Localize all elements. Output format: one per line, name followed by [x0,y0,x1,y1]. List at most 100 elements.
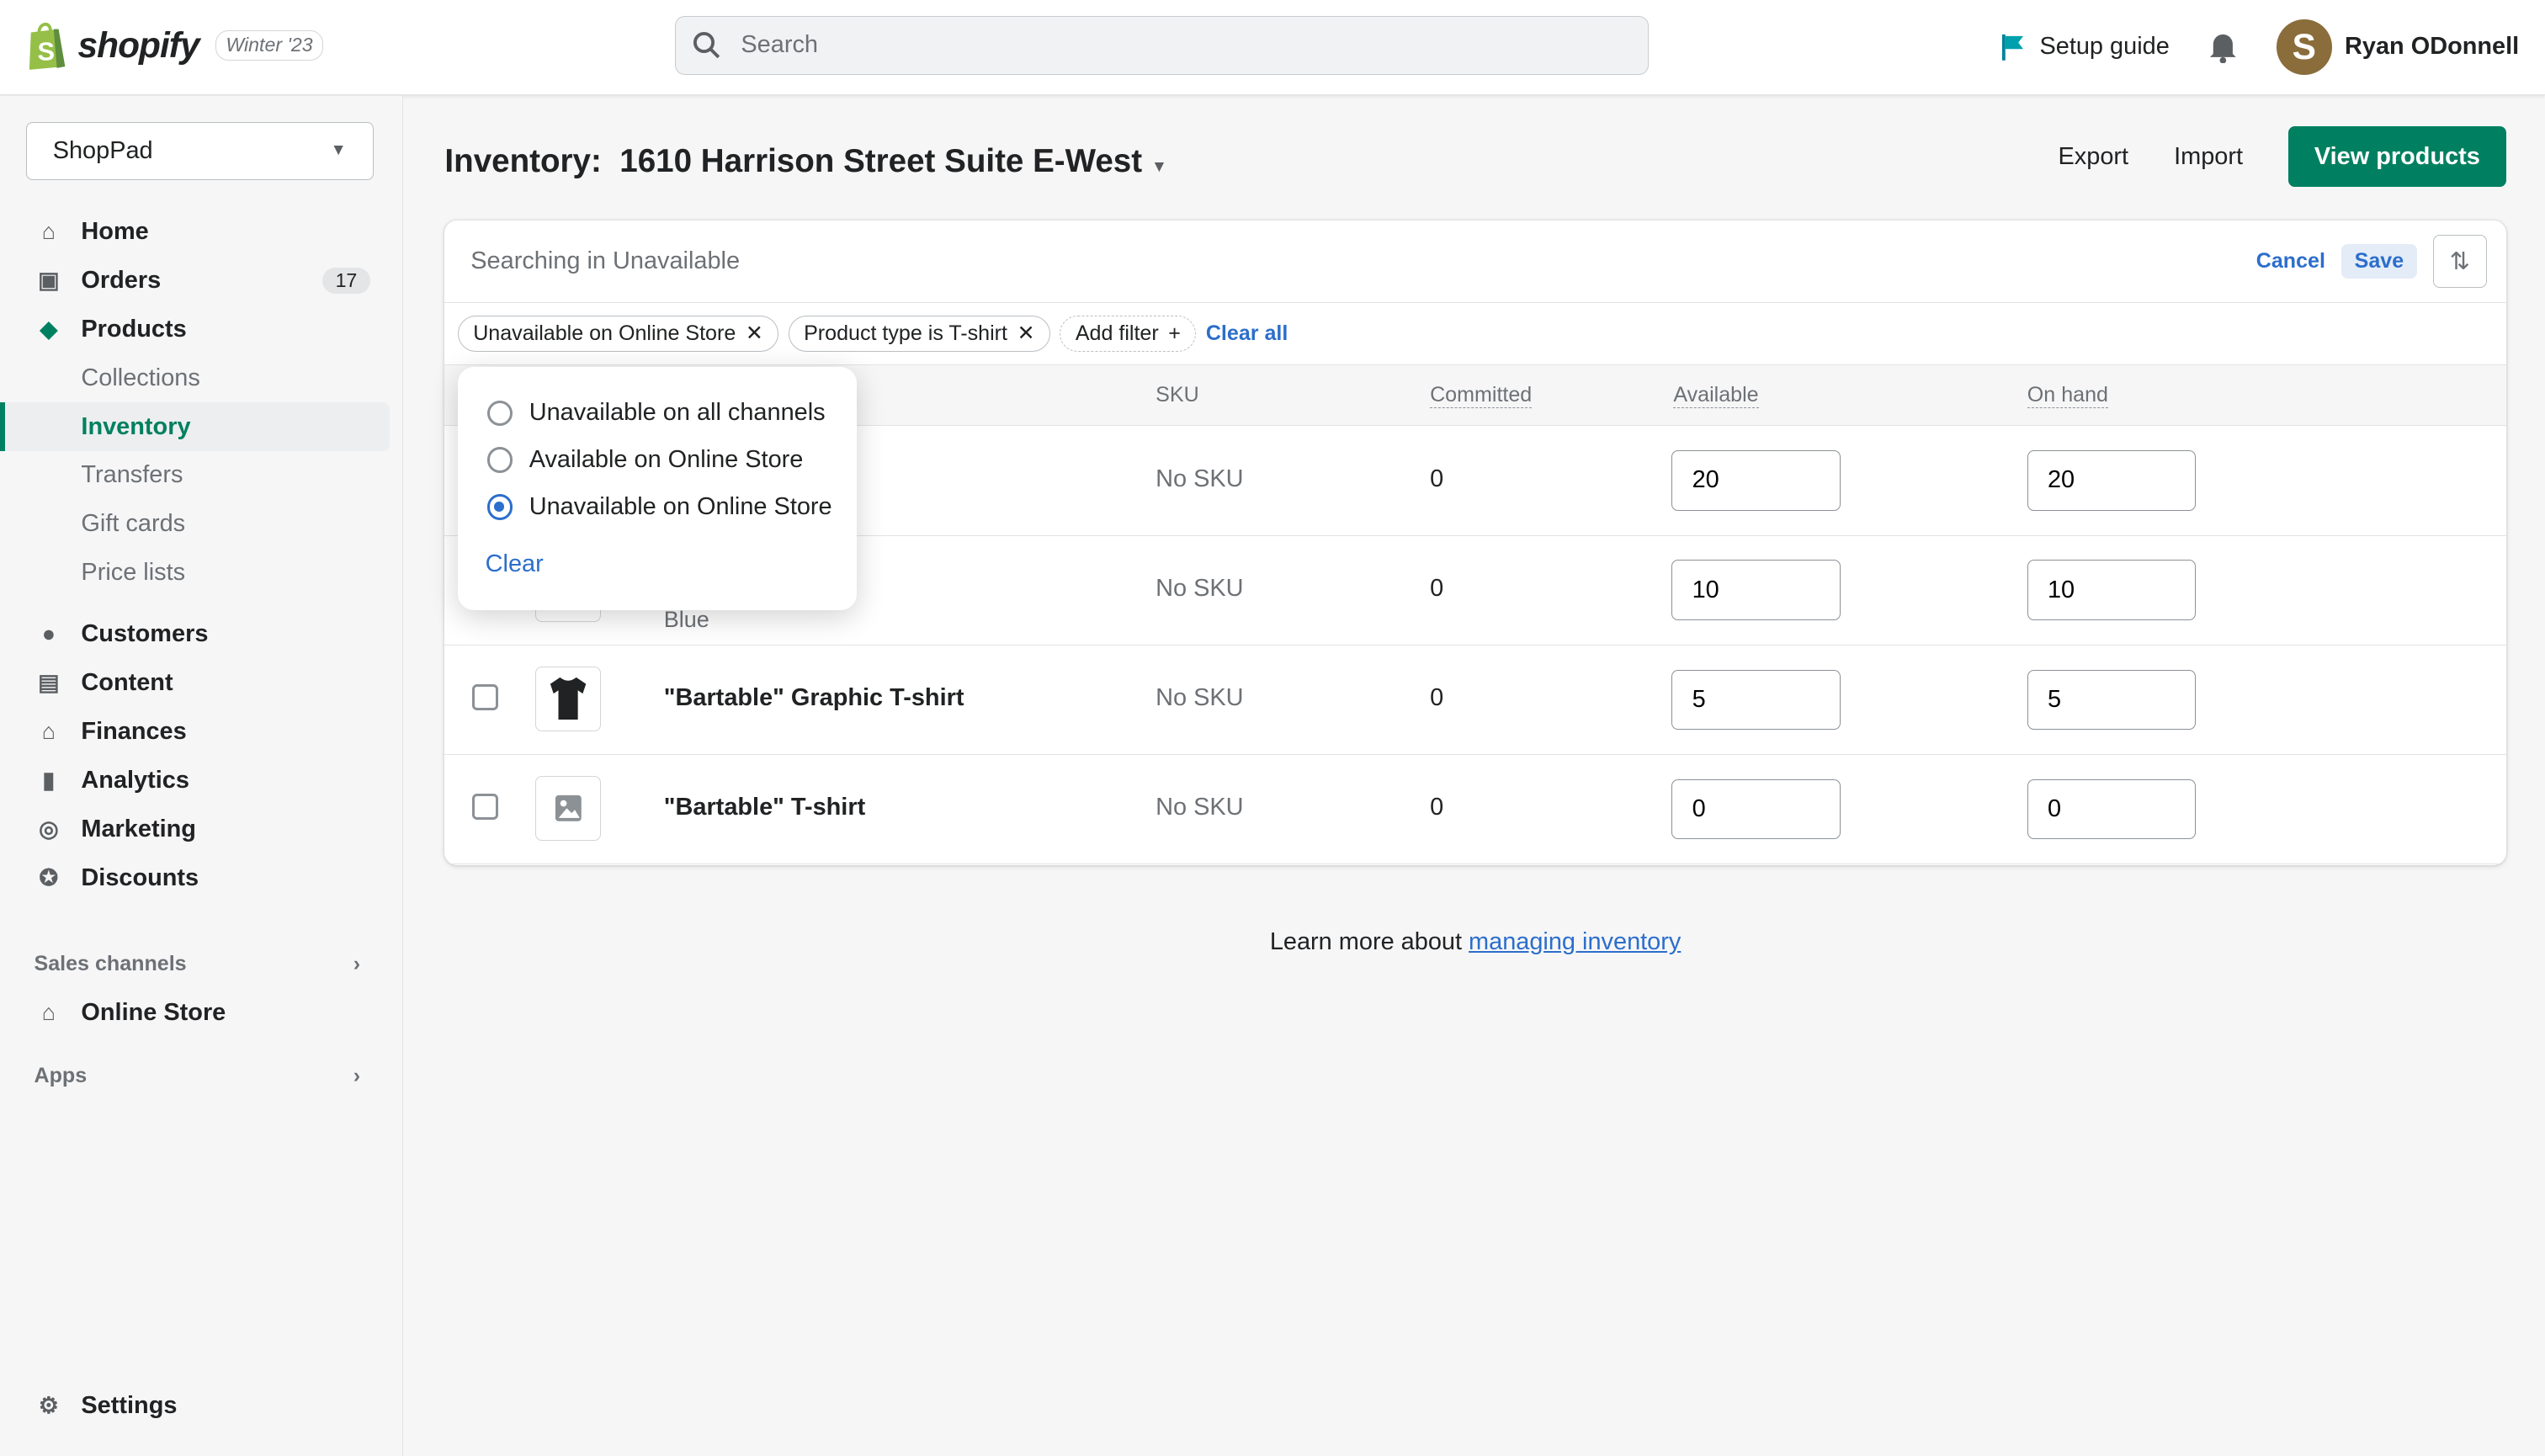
search-icon [693,31,720,58]
sidebar-item-orders[interactable]: ▣ Orders 17 [0,257,402,306]
radio-label: Unavailable on all channels [529,399,826,427]
available-input[interactable] [1671,450,1841,511]
clear-all-button[interactable]: Clear all [1206,321,1288,346]
sidebar-item-discounts[interactable]: ✪ Discounts [0,853,402,902]
sidebar-item-inventory[interactable]: Inventory [0,402,390,452]
store-icon: ⌂ [41,999,56,1025]
sidebar-item-home[interactable]: ⌂ Home [0,208,402,257]
sidebar-item-label: Transfers [81,461,183,489]
sidebar-item-collections[interactable]: Collections [0,353,402,402]
radio-button[interactable] [486,447,513,474]
product-thumbnail[interactable] [535,775,601,842]
sku: No SKU [1156,684,1244,711]
close-icon[interactable]: ✕ [1017,321,1035,346]
caret-down-icon[interactable]: ▼ [1151,158,1167,176]
sort-icon: ⇅ [2449,247,2470,275]
user-name: Ryan ODonnell [2345,33,2520,61]
product-name[interactable]: "Bartable" Graphic T-shirt [664,684,964,712]
image-placeholder-icon [555,795,582,821]
sidebar-item-label: Content [81,669,173,697]
orders-icon: ▣ [38,268,60,294]
sidebar-item-label: Customers [81,620,209,648]
edition-badge: Winter '23 [215,29,324,61]
location-selector[interactable]: 1610 Harrison Street Suite E-West [619,143,1142,179]
on-hand-input[interactable] [2027,560,2197,620]
person-icon: ● [41,621,56,647]
radio-option[interactable]: Unavailable on Online Store [486,493,832,521]
flag-icon [2002,34,2024,61]
header-available[interactable]: Available [1673,383,1759,409]
sidebar-item-label: Analytics [81,766,189,794]
row-checkbox[interactable] [472,794,499,821]
view-products-button[interactable]: View products [2288,126,2506,187]
on-hand-input[interactable] [2027,669,2197,730]
bank-icon: ⌂ [41,719,56,745]
shopping-bag-icon: S [29,22,66,70]
sku: No SKU [1156,574,1244,602]
search-bar[interactable] [675,16,1650,75]
header-committed[interactable]: Committed [1430,383,1533,409]
gear-icon: ⚙ [38,1392,59,1418]
sidebar-item-analytics[interactable]: ▮ Analytics [0,757,402,805]
sidebar-item-customers[interactable]: ● Customers [0,610,402,659]
on-hand-input[interactable] [2027,450,2197,511]
filter-pill[interactable]: Unavailable on Online Store ✕ [457,315,779,353]
available-input[interactable] [1671,669,1841,730]
save-button[interactable]: Save [2341,244,2417,279]
sidebar-item-online-store[interactable]: ⌂ Online Store [0,988,402,1037]
sidebar-item-label: Marketing [81,815,196,842]
on-hand-input[interactable] [2027,778,2197,840]
apps-header[interactable]: Apps › [0,1052,402,1101]
header-sku: SKU [1156,383,1199,407]
radio-option[interactable]: Unavailable on all channels [486,399,826,427]
orders-count-badge: 17 [322,268,370,295]
search-input[interactable] [737,29,1649,61]
sidebar-item-transfers[interactable]: Transfers [0,451,402,500]
availability-popover: Unavailable on all channels Available on … [457,366,858,611]
radio-button[interactable] [486,494,513,521]
sidebar-item-content[interactable]: ▤ Content [0,659,402,708]
bell-icon[interactable] [2208,31,2238,64]
search-query-field[interactable]: Searching in Unavailable [470,247,740,275]
store-selector[interactable]: ShopPad ▼ [25,121,374,181]
add-filter-button[interactable]: Add filter + [1060,316,1197,352]
sidebar-item-settings[interactable]: ⚙ Settings [0,1381,402,1430]
page-title: Inventory: 1610 Harrison Street Suite E-… [444,143,1166,180]
sidebar-item-finances[interactable]: ⌂ Finances [0,708,402,757]
sidebar-item-marketing[interactable]: ◎ Marketing [0,805,402,853]
available-input[interactable] [1671,778,1841,840]
product-name[interactable]: "Bartable" T-shirt [664,794,865,821]
sidebar: ShopPad ▼ ⌂ Home ▣ Orders 17 ◆ Products Collecti… [0,95,404,1456]
sidebar-item-price-lists[interactable]: Price lists [0,549,402,598]
import-button[interactable]: Import [2174,143,2243,171]
sidebar-item-gift-cards[interactable]: Gift cards [0,500,402,549]
setup-guide-button[interactable]: Setup guide [2000,33,2170,62]
content-icon: ▤ [38,670,60,696]
committed-value: 0 [1430,794,1444,821]
sales-channels-header[interactable]: Sales channels › [0,940,402,989]
radio-button[interactable] [486,400,513,427]
cancel-button[interactable]: Cancel [2256,249,2325,274]
sidebar-item-label: Orders [81,267,162,295]
bar-chart-icon: ▮ [42,767,56,793]
sort-button[interactable]: ⇅ [2432,234,2487,289]
radio-label: Available on Online Store [529,446,804,474]
product-thumbnail[interactable] [535,666,601,731]
sidebar-item-products[interactable]: ◆ Products [0,306,402,354]
filter-pill[interactable]: Product type is T-shirt ✕ [788,315,1050,353]
user-menu[interactable]: S Ryan ODonnell [2277,19,2519,75]
row-checkbox[interactable] [472,684,499,710]
sidebar-item-label: Gift cards [81,510,186,538]
sidebar-item-label: Online Store [81,998,226,1026]
managing-inventory-link[interactable]: managing inventory [1469,928,1681,955]
shopify-logo[interactable]: S shopify Winter '23 [26,21,324,70]
available-input[interactable] [1671,560,1841,620]
clear-button[interactable]: Clear [486,550,544,578]
header-on-hand[interactable]: On hand [2027,383,2108,409]
chevron-right-icon: › [353,1064,361,1088]
caret-down-icon: ▼ [330,141,347,160]
radio-option[interactable]: Available on Online Store [486,446,804,474]
plus-icon: + [1168,321,1181,345]
close-icon[interactable]: ✕ [746,321,763,346]
export-button[interactable]: Export [2059,143,2129,171]
